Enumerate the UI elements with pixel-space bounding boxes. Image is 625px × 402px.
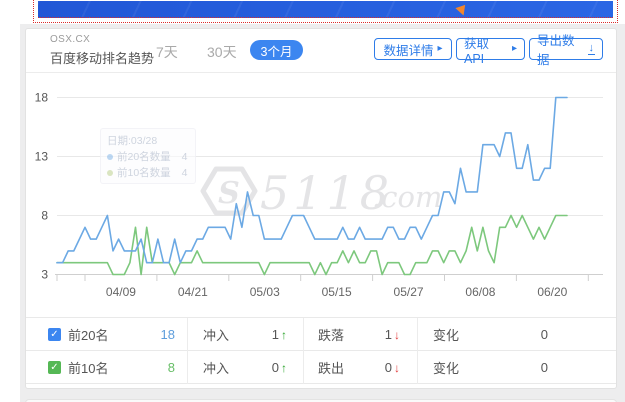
tooltip-date: 日期:03/28 [107,135,158,147]
svg-text:05/03: 05/03 [250,285,280,299]
svg-text:3: 3 [41,268,48,282]
svg-text:04/21: 04/21 [178,285,208,299]
ranking-trend-widget: osx.cx 百度移动排名趋势 7天 30天 3个月 数据详情 ▸ 获取API ▸ … [0,0,625,402]
tooltip-row-value: 4 [181,151,188,163]
green-series-dot-icon [107,170,113,176]
trend-chart[interactable]: S 5118.com04/09 04/21 05/03 05/15 05/27 06/08 0… [0,0,625,402]
svg-text:05/15: 05/15 [322,285,352,299]
svg-text:13: 13 [35,150,49,164]
chart-tooltip-ghost: 日期:03/28 前20名数量 4 前10名数量 4 [100,128,196,184]
svg-text:18: 18 [35,91,49,105]
svg-text:04/09: 04/09 [106,285,136,299]
svg-text:06/08: 06/08 [465,285,495,299]
svg-text:06/20: 06/20 [537,285,567,299]
blue-series-dot-icon [107,154,113,160]
tooltip-row-label: 前20名数量 [117,151,171,163]
svg-text:.com: .com [372,180,442,214]
svg-text:8: 8 [41,209,48,223]
svg-text:05/27: 05/27 [394,285,424,299]
tooltip-row-value: 4 [181,167,188,179]
tooltip-row-label: 前10名数量 [117,167,171,179]
